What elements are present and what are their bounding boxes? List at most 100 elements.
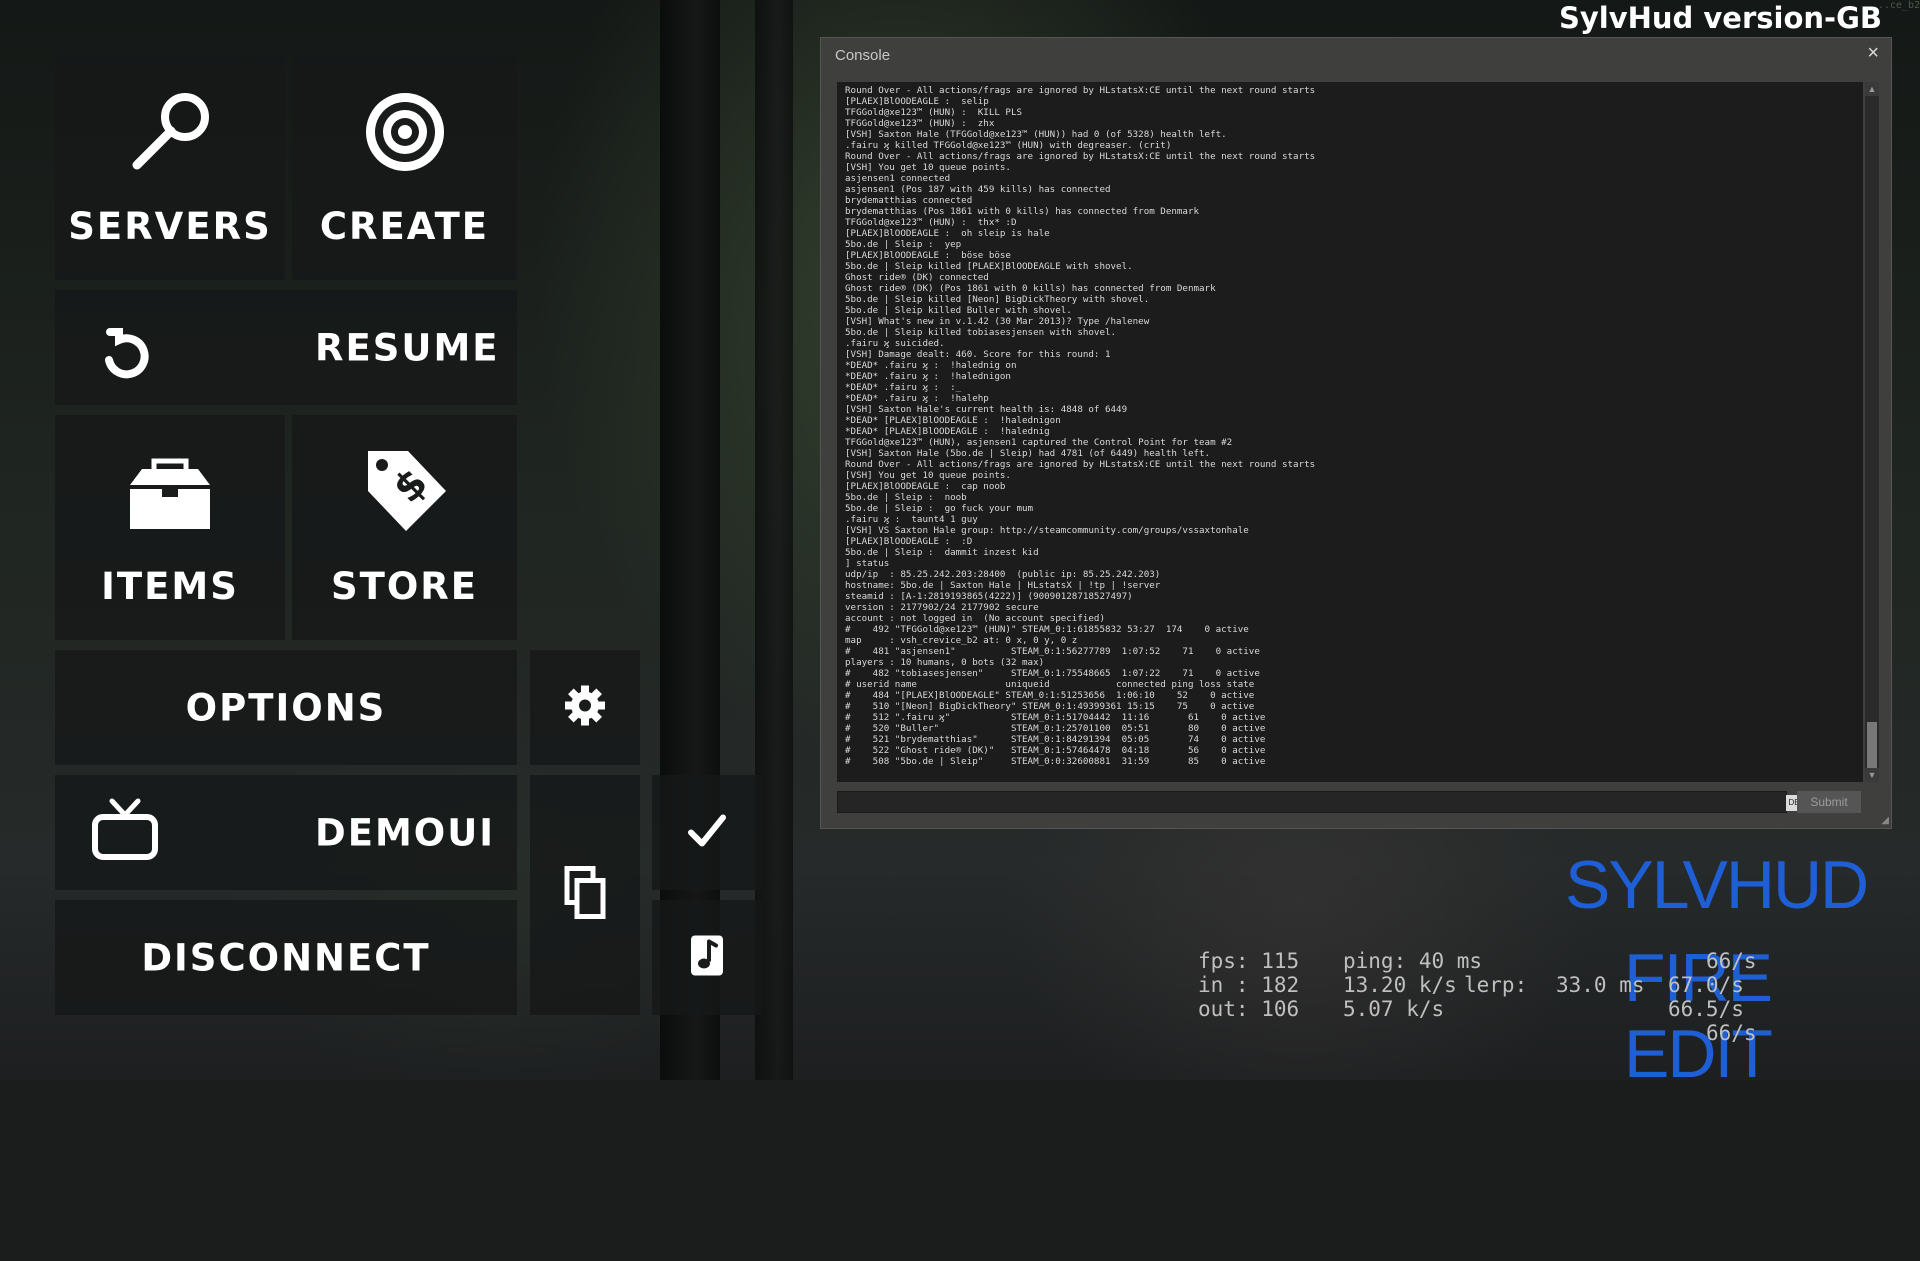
console-input[interactable]: DE [837, 791, 1802, 813]
console-log[interactable]: Round Over - All actions/frags are ignor… [837, 82, 1863, 782]
console-log-text: Round Over - All actions/frags are ignor… [837, 82, 1863, 770]
disconnect-button[interactable]: DISCONNECT [55, 900, 517, 1015]
console-line: brydematthias (Pos 1861 with 0 kills) ha… [845, 206, 1200, 217]
netgraph-rate1: 66/s [1706, 949, 1757, 973]
resume-button[interactable]: RESUME [55, 290, 517, 405]
submit-button[interactable]: Submit [1797, 791, 1861, 813]
toolbox-icon [124, 455, 216, 540]
console-line: 5bo.de | Sleip killed tobiasesjensen wit… [845, 327, 1117, 338]
console-line: *DEAD* [PLAEX]BlOODEAGLE : !halednigon [845, 415, 1061, 426]
console-line: [VSH] Saxton Hale (TFGGold@xe123™ (HUN))… [845, 129, 1227, 140]
console-line: # 482 "tobiasesjensen" STEAM_0:1:7554866… [845, 668, 1260, 679]
scroll-up-icon[interactable]: ▲ [1865, 82, 1879, 96]
logo-line1: SYLVHUD [1565, 847, 1869, 923]
music-note-icon [689, 933, 725, 982]
console-line: # 512 ".fairu ϗ" STEAM_0:1:51704442 11:1… [845, 712, 1266, 723]
console-line: TFGGold@xe123™ (HUN) : KILL PLS [845, 107, 1023, 118]
console-line: # 522 "Ghost ride® (DK)" STEAM_0:1:57464… [845, 745, 1266, 756]
console-line: account : not logged in (No account spec… [845, 613, 1105, 624]
copy-icon [563, 865, 607, 926]
console-line: [PLAEX]BlOODEAGLE : cap noob [845, 481, 1006, 492]
servers-button[interactable]: SERVERS [55, 55, 285, 280]
console-line: udp/ip : 85.25.242.203:28400 (public ip:… [845, 569, 1161, 580]
console-window: Console × Round Over - All actions/frags… [820, 37, 1892, 829]
console-line: [VSH] What's new in v.1.42 (30 Mar 2013)… [845, 316, 1150, 327]
servers-label: SERVERS [68, 205, 272, 248]
console-line: # 521 "brydematthias" STEAM_0:1:84291394… [845, 734, 1266, 745]
console-line: Round Over - All actions/frags are ignor… [845, 151, 1316, 162]
console-line: TFGGold@xe123™ (HUN) : zhx [845, 118, 995, 129]
gear-icon [563, 683, 607, 732]
store-label: STORE [330, 565, 479, 608]
items-label: ITEMS [101, 565, 239, 608]
console-line: 5bo.de | Sleip killed [PLAEX]BlOODEAGLE … [845, 261, 1133, 272]
create-label: CREATE [319, 205, 490, 248]
scrollbar-thumb[interactable] [1867, 722, 1877, 768]
console-line: [PLAEX]BlOODEAGLE : oh sleip is hale [845, 228, 1050, 239]
netgraph-lerp-value: 33.0 ms [1556, 973, 1645, 997]
demoui-button[interactable]: DEMOUI [55, 775, 517, 890]
target-icon [360, 87, 450, 182]
console-line: [PLAEX]BlOODEAGLE : selip [845, 96, 989, 107]
console-line: 5bo.de | Sleip : yep [845, 239, 962, 250]
music-button[interactable] [652, 900, 762, 1015]
netgraph-rate3: 66.5/s [1668, 997, 1744, 1021]
console-scrollbar[interactable]: ▲ ▼ [1865, 82, 1879, 782]
netgraph-lerp-label: lerp: [1464, 973, 1528, 997]
netgraph-out-rate: 5.07 k/s [1343, 997, 1445, 1021]
console-line: 5bo.de | Sleip killed Buller with shovel… [845, 305, 1072, 316]
console-line: # 520 "Buller" STEAM_0:1:25701100 05:51 … [845, 723, 1266, 734]
console-line: # 508 "5bo.de | Sleip" STEAM_0:0:3260088… [845, 756, 1266, 767]
achievements-button[interactable] [652, 775, 762, 890]
console-line: 5bo.de | Sleip killed [Neon] BigDickTheo… [845, 294, 1150, 305]
console-line: map : vsh_crevice_b2 at: 0 x, 0 y, 0 z [845, 635, 1078, 646]
console-line: .fairu ϗ killed TFGGold@xe123™ (HUN) wit… [845, 140, 1172, 151]
console-line: [VSH] Saxton Hale (5bo.de | Sleip) had 4… [845, 448, 1211, 459]
resume-label: RESUME [315, 326, 500, 369]
netgraph: fps: 115 ping: 40 ms 66/s in : 182 13.20… [1198, 949, 1757, 1261]
console-line: 5bo.de | Sleip : go fuck your mum [845, 503, 1034, 514]
console-line: Ghost ride® (DK) connected [845, 272, 989, 283]
settings-button[interactable] [530, 650, 640, 765]
disconnect-label: DISCONNECT [141, 936, 431, 979]
console-line: *DEAD* .fairu ϗ : !halednig on [845, 360, 1017, 371]
console-line: Ghost ride® (DK) (Pos 1861 with 0 kills)… [845, 283, 1216, 294]
console-line: Round Over - All actions/frags are ignor… [845, 459, 1316, 470]
tv-icon [90, 795, 160, 870]
create-button[interactable]: CREATE [292, 55, 517, 280]
netgraph-fps: fps: 115 [1198, 949, 1300, 973]
scroll-down-icon[interactable]: ▼ [1865, 768, 1879, 782]
checkmark-icon [687, 812, 727, 853]
netgraph-rate2: 67.0/s [1668, 973, 1744, 997]
console-line: TFGGold@xe123™ (HUN), asjensen1 captured… [845, 437, 1233, 448]
items-button[interactable]: ITEMS [55, 415, 285, 640]
console-title: Console [835, 47, 891, 64]
close-icon[interactable]: × [1867, 42, 1879, 65]
magnifier-icon [125, 87, 215, 182]
console-line: players : 10 humans, 0 bots (32 max) [845, 657, 1045, 668]
console-line: *DEAD* [PLAEX]BlOODEAGLE : !halednig [845, 426, 1050, 437]
copy-button[interactable] [530, 775, 640, 1015]
console-line: # 492 "TFGGold@xe123™ (HUN)" STEAM_0:1:6… [845, 624, 1249, 635]
console-line: [VSH] You get 10 queue points. [845, 470, 1011, 481]
resize-grip-icon[interactable]: ◢ [1881, 815, 1889, 826]
console-line: *DEAD* .fairu ϗ : :_ [845, 382, 962, 393]
console-line: # 510 "[Neon] BigDickTheory" STEAM_0:1:4… [845, 701, 1255, 712]
demoui-label: DEMOUI [315, 811, 496, 854]
console-line: [VSH] Saxton Hale's current health is: 4… [845, 404, 1128, 415]
console-line: [VSH] Damage dealt: 460. Score for this … [845, 349, 1111, 360]
console-line: .fairu ϗ suicided. [845, 338, 945, 349]
console-line: *DEAD* .fairu ϗ : !halehp [845, 393, 989, 404]
console-line: *DEAD* .fairu ϗ : !halednigon [845, 371, 1011, 382]
console-line: [VSH] VS Saxton Hale group: http://steam… [845, 525, 1249, 536]
options-button[interactable]: OPTIONS [55, 650, 517, 765]
console-line: asjensen1 connected [845, 173, 951, 184]
console-input-value [838, 794, 842, 808]
netgraph-ping: ping: 40 ms [1343, 949, 1483, 973]
console-line: hostname: 5bo.de | Saxton Hale | HLstats… [845, 580, 1161, 591]
console-line: 5bo.de | Sleip : noob [845, 492, 967, 503]
console-line: ] status [845, 558, 890, 569]
netgraph-rate4: 66/s [1706, 1021, 1757, 1045]
console-line: 5bo.de | Sleip : dammit inzest kid [845, 547, 1039, 558]
store-button[interactable]: $ STORE [292, 415, 517, 640]
